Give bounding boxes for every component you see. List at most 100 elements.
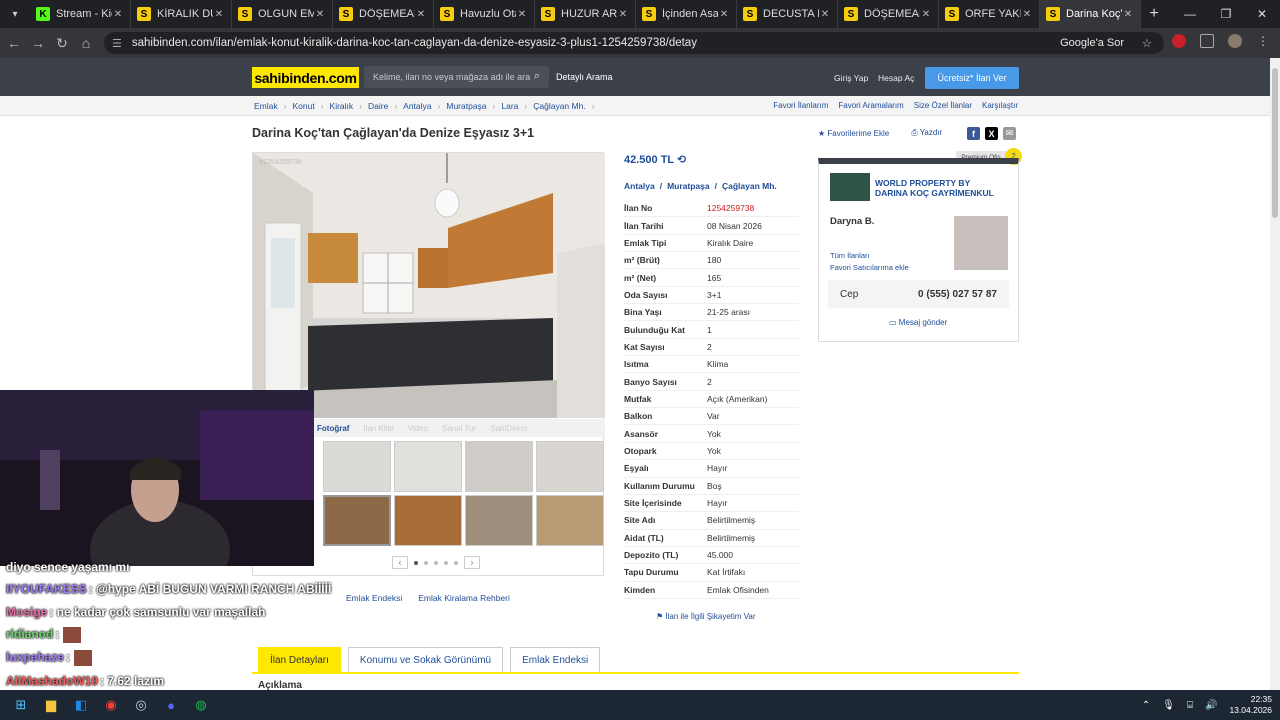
tab-close-icon[interactable]: ✕ xyxy=(617,9,629,20)
breadcrumb-item[interactable]: Antalya xyxy=(403,101,431,111)
url-bar[interactable]: ☰ sahibinden.com/ilan/emlak-konut-kirali… xyxy=(104,32,1164,54)
user-link[interactable]: Favori Aramalarım xyxy=(838,101,903,110)
close-window-icon[interactable]: ✕ xyxy=(1244,7,1280,21)
breadcrumb-item[interactable]: Daire xyxy=(368,101,388,111)
thumbnail[interactable] xyxy=(536,495,604,546)
browser-tab[interactable]: S DECUSTA KİRA✕ xyxy=(737,0,838,28)
user-link[interactable]: Karşılaştır xyxy=(982,101,1018,110)
thumbnail[interactable] xyxy=(394,441,462,492)
page-scrollbar[interactable] xyxy=(1270,58,1280,690)
tab-close-icon[interactable]: ✕ xyxy=(1021,9,1033,20)
user-link[interactable]: Favori İlanlarım xyxy=(773,101,828,110)
favorite-button[interactable]: ★ Favorilerime Ekle xyxy=(818,129,889,138)
thumbnail[interactable] xyxy=(465,495,533,546)
detail-tab[interactable]: Emlak Endeksi xyxy=(510,647,601,673)
thumbnail[interactable] xyxy=(536,441,604,492)
tab-close-icon[interactable]: ✕ xyxy=(1122,9,1134,20)
browser-tab[interactable]: S DÖŞEMEALTI M✕ xyxy=(333,0,434,28)
google-sor-button[interactable]: Google'a Sor xyxy=(1060,37,1124,49)
main-photo[interactable]: #1254259738 xyxy=(253,153,605,418)
network-icon[interactable]: ⌸ xyxy=(1187,700,1193,711)
media-tab[interactable]: Sanal Tur xyxy=(442,424,476,433)
gallery-link[interactable]: Emlak Kiralama Rehberi xyxy=(418,593,510,603)
page-dot[interactable] xyxy=(424,560,428,565)
tab-close-icon[interactable]: ✕ xyxy=(819,9,831,20)
thumbnail[interactable] xyxy=(465,441,533,492)
chat-username[interactable]: luxpehaze xyxy=(6,650,64,664)
location-link[interactable]: Muratpaşa xyxy=(667,181,710,191)
site-settings-icon[interactable]: ☰ xyxy=(112,37,122,50)
site-logo[interactable]: sahibinden.com xyxy=(252,67,359,88)
chat-username[interactable]: AliMashadoW10 xyxy=(6,674,98,688)
x-icon[interactable]: X xyxy=(985,127,998,140)
location-link[interactable]: Antalya xyxy=(624,181,655,191)
media-tab[interactable]: SahiDekor xyxy=(490,424,527,433)
thumbnail[interactable] xyxy=(323,441,391,492)
breadcrumb-item[interactable]: Muratpaşa xyxy=(446,101,486,111)
thumbnail[interactable] xyxy=(394,495,462,546)
gallery-link[interactable]: Emlak Endeksi xyxy=(346,593,402,603)
office-name[interactable]: WORLD PROPERTY BY DARINA KOÇ GAYRİMENKUL xyxy=(875,178,1005,198)
windows-start-icon[interactable]: ⊞ xyxy=(6,690,36,720)
restore-icon[interactable]: ❐ xyxy=(1208,7,1244,21)
browser-menu-icon[interactable]: ⋮ xyxy=(1256,34,1270,48)
browser-tab[interactable]: K Stream - Kick D✕ xyxy=(30,0,131,28)
office-logo[interactable] xyxy=(830,173,870,201)
home-icon[interactable]: ⌂ xyxy=(74,35,98,51)
new-tab-button[interactable]: + xyxy=(1141,0,1167,28)
post-ad-button[interactable]: Ücretsiz* İlan Ver xyxy=(925,67,1019,89)
browser-tab[interactable]: S Darina Koç'tan✕ xyxy=(1040,0,1141,28)
browser-tab[interactable]: S İçinden Asansö✕ xyxy=(636,0,737,28)
discord-icon[interactable]: ● xyxy=(156,690,186,720)
tab-close-icon[interactable]: ✕ xyxy=(718,9,730,20)
forward-icon[interactable]: → xyxy=(26,35,50,51)
outlook-icon[interactable]: ◧ xyxy=(66,690,96,720)
tab-search-icon[interactable]: ▾ xyxy=(0,0,30,28)
profile-avatar-icon[interactable] xyxy=(1228,34,1242,48)
chat-username[interactable]: ridianod xyxy=(6,627,53,641)
all-ads-link[interactable]: Tüm İlanları xyxy=(830,250,909,262)
detailed-search-link[interactable]: Detaylı Arama xyxy=(556,72,613,82)
tab-close-icon[interactable]: ✕ xyxy=(213,9,225,20)
page-dot[interactable] xyxy=(434,560,438,565)
thumbnail[interactable] xyxy=(323,495,391,546)
browser-tab[interactable]: S Havuzlu Otant✕ xyxy=(434,0,535,28)
tab-close-icon[interactable]: ✕ xyxy=(112,9,124,20)
breadcrumb-item[interactable]: Konut xyxy=(292,101,314,111)
facebook-icon[interactable]: f xyxy=(967,127,980,140)
chat-username[interactable]: Mosige xyxy=(6,605,47,619)
bookmark-star-icon[interactable]: ☆ xyxy=(1142,36,1152,50)
volume-icon[interactable]: 🔊 xyxy=(1205,700,1217,711)
next-page-button[interactable]: › xyxy=(464,556,480,569)
favorite-seller-link[interactable]: Favori Satıcılarıma ekle xyxy=(830,262,909,274)
breadcrumb-item[interactable]: Lara xyxy=(501,101,518,111)
reload-icon[interactable]: ↻ xyxy=(50,35,74,52)
media-tab[interactable]: İlan Klibi xyxy=(363,424,393,433)
tab-close-icon[interactable]: ✕ xyxy=(314,9,326,20)
price-history-icon[interactable]: ⟲ xyxy=(677,154,686,166)
search-input[interactable]: Kelime, ilan no veya mağaza adı ile ara … xyxy=(364,66,549,88)
search-icon[interactable]: ⌕ xyxy=(534,70,540,83)
breadcrumb-item[interactable]: Kiralık xyxy=(330,101,354,111)
media-tab[interactable]: Fotoğraf xyxy=(317,424,349,433)
register-link[interactable]: Hesap Aç xyxy=(878,73,914,83)
phone-number[interactable]: 0 (555) 027 57 87 xyxy=(918,289,1009,300)
steam-icon[interactable]: ◎ xyxy=(126,690,156,720)
login-link[interactable]: Giriş Yap xyxy=(834,73,868,83)
breadcrumb-item[interactable]: Emlak xyxy=(254,101,278,111)
back-icon[interactable]: ← xyxy=(2,35,26,51)
breadcrumb-item[interactable]: Çağlayan Mh. xyxy=(533,101,585,111)
page-dot[interactable] xyxy=(444,560,448,565)
clock[interactable]: 22:35 13.04.2026 xyxy=(1229,694,1272,716)
microphone-icon[interactable]: 🎙 xyxy=(1162,700,1175,711)
chat-username[interactable]: IIYOUFAKESS xyxy=(6,582,87,596)
browser-tab[interactable]: S HUZUR ARAYA✕ xyxy=(535,0,636,28)
tab-close-icon[interactable]: ✕ xyxy=(415,9,427,20)
extension-red-icon[interactable] xyxy=(1172,34,1186,48)
prev-page-button[interactable]: ‹ xyxy=(392,556,408,569)
browser-tab[interactable]: S KİRALIK DUBLE✕ xyxy=(131,0,232,28)
spotify-icon[interactable]: ◍ xyxy=(186,690,216,720)
complaint-link[interactable]: ⚑ İlan ile İlgili Şikayetim Var xyxy=(656,612,756,621)
print-button[interactable]: ⎙ Yazdır xyxy=(911,128,942,138)
file-explorer-icon[interactable]: ▆ xyxy=(36,690,66,720)
